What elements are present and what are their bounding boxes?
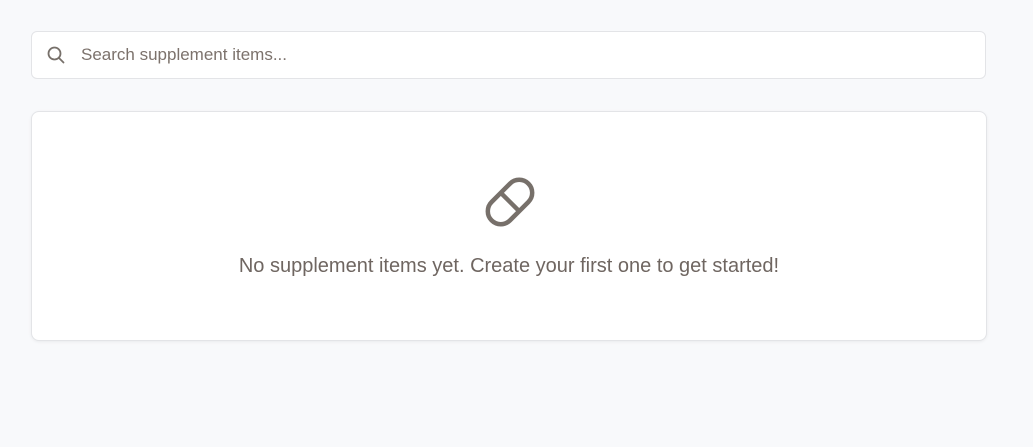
pill-icon: [480, 172, 540, 232]
search-input[interactable]: [81, 32, 985, 78]
search-icon: [46, 45, 66, 65]
search-bar[interactable]: [31, 31, 986, 79]
empty-state-message: No supplement items yet. Create your fir…: [238, 255, 780, 277]
empty-state-card: No supplement items yet. Create your fir…: [31, 111, 987, 341]
